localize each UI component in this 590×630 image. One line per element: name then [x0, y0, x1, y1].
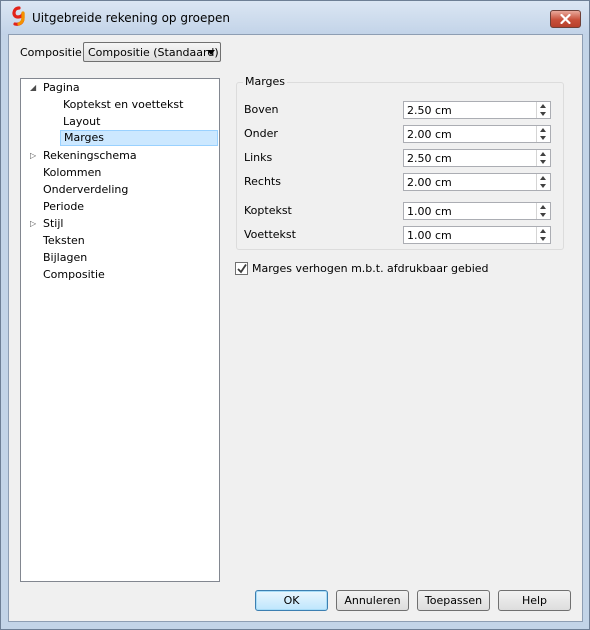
close-button[interactable] [550, 10, 581, 28]
spin-buttons[interactable] [536, 102, 550, 118]
margins-group-title: Marges [243, 75, 288, 88]
footer-margin-label: Voettekst [244, 228, 296, 241]
settings-tree[interactable]: ◢ Pagina Koptekst en voettekst Layout Ma… [20, 78, 220, 582]
tree-item-koptekst-en-voettekst[interactable]: Koptekst en voettekst [63, 97, 183, 113]
footer-margin-spinbox[interactable]: 1.00 cm [403, 226, 551, 244]
spin-down-icon[interactable] [540, 160, 546, 164]
tree-item-periode[interactable]: Periode [43, 199, 84, 215]
tree-item-label: Koptekst en voettekst [63, 98, 184, 111]
cancel-button[interactable]: Annuleren [336, 590, 409, 611]
tree-item-label: Pagina [43, 81, 80, 94]
checkmark-icon [237, 264, 247, 274]
tree-item-label: Rekeningschema [43, 149, 137, 162]
tree-item-kolommen[interactable]: Kolommen [43, 165, 101, 181]
expanded-triangle-icon[interactable]: ◢ [30, 80, 36, 96]
apply-button[interactable]: Toepassen [417, 590, 490, 611]
collapsed-triangle-icon[interactable]: ▷ [30, 148, 36, 164]
tree-item-compositie[interactable]: Compositie [43, 267, 105, 283]
spin-up-icon[interactable] [540, 152, 546, 156]
spin-up-icon[interactable] [540, 104, 546, 108]
header-margin-value: 1.00 cm [407, 205, 452, 218]
app-logo-icon [12, 6, 25, 26]
dialog-window: Uitgebreide rekening op groepen Composit… [0, 0, 590, 630]
tree-item-teksten[interactable]: Teksten [43, 233, 85, 249]
dialog-client-area: Compositie: Compositie (Standaard) ◢ Pag… [8, 34, 583, 622]
tree-item-label: Compositie [43, 268, 105, 281]
spin-buttons[interactable] [536, 227, 550, 243]
spin-buttons[interactable] [536, 203, 550, 219]
spin-buttons[interactable] [536, 150, 550, 166]
tree-item-label: Kolommen [43, 166, 102, 179]
top-margin-label: Boven [244, 103, 279, 116]
right-margin-label: Rechts [244, 175, 281, 188]
tree-item-label: Bijlagen [43, 251, 88, 264]
header-margin-label: Koptekst [244, 204, 292, 217]
spin-down-icon[interactable] [540, 213, 546, 217]
top-margin-value: 2.50 cm [407, 104, 452, 117]
composition-select[interactable]: Compositie (Standaard) [83, 42, 221, 62]
spin-down-icon[interactable] [540, 184, 546, 188]
tree-item-label: Onderverdeling [43, 183, 129, 196]
top-margin-spinbox[interactable]: 2.50 cm [403, 101, 551, 119]
composition-label: Compositie: [20, 46, 86, 59]
bottom-margin-label: Onder [244, 127, 278, 140]
tree-item-stijl[interactable]: ▷ Stijl [30, 216, 64, 232]
collapsed-triangle-icon[interactable]: ▷ [30, 216, 36, 232]
header-margin-spinbox[interactable]: 1.00 cm [403, 202, 551, 220]
tree-item-label: Teksten [43, 234, 85, 247]
chevron-down-icon [207, 50, 215, 55]
spin-up-icon[interactable] [540, 176, 546, 180]
tree-item-label: Periode [43, 200, 85, 213]
close-icon [560, 14, 571, 24]
tree-item-label: Marges [64, 131, 105, 144]
tree-item-bijlagen[interactable]: Bijlagen [43, 250, 87, 266]
bottom-margin-value: 2.00 cm [407, 128, 452, 141]
increase-margins-label[interactable]: Marges verhogen m.b.t. afdrukbaar gebied [252, 262, 489, 275]
spin-up-icon[interactable] [540, 229, 546, 233]
title-bar[interactable]: Uitgebreide rekening op groepen [1, 1, 589, 35]
tree-item-layout[interactable]: Layout [63, 114, 100, 130]
margins-group: Marges Boven 2.50 cm Onder 2.00 cm Links… [236, 75, 564, 250]
ok-button[interactable]: OK [255, 590, 328, 611]
tree-item-marges[interactable]: Marges [60, 130, 218, 146]
spin-buttons[interactable] [536, 126, 550, 142]
window-title: Uitgebreide rekening op groepen [32, 11, 230, 25]
spin-down-icon[interactable] [540, 112, 546, 116]
tree-item-rekeningschema[interactable]: ▷ Rekeningschema [30, 148, 137, 164]
tree-item-onderverdeling[interactable]: Onderverdeling [43, 182, 128, 198]
spin-up-icon[interactable] [540, 205, 546, 209]
increase-margins-checkbox[interactable] [235, 262, 248, 275]
bottom-margin-spinbox[interactable]: 2.00 cm [403, 125, 551, 143]
spin-down-icon[interactable] [540, 237, 546, 241]
tree-item-label: Stijl [43, 217, 64, 230]
tree-item-label: Layout [63, 115, 101, 128]
right-margin-value: 2.00 cm [407, 176, 452, 189]
help-button[interactable]: Help [498, 590, 571, 611]
footer-margin-value: 1.00 cm [407, 229, 452, 242]
composition-selected-value: Compositie (Standaard) [88, 46, 219, 59]
right-margin-spinbox[interactable]: 2.00 cm [403, 173, 551, 191]
left-margin-label: Links [244, 151, 273, 164]
left-margin-spinbox[interactable]: 2.50 cm [403, 149, 551, 167]
spin-buttons[interactable] [536, 174, 550, 190]
tree-item-pagina[interactable]: ◢ Pagina [30, 80, 80, 96]
left-margin-value: 2.50 cm [407, 152, 452, 165]
spin-down-icon[interactable] [540, 136, 546, 140]
spin-up-icon[interactable] [540, 128, 546, 132]
